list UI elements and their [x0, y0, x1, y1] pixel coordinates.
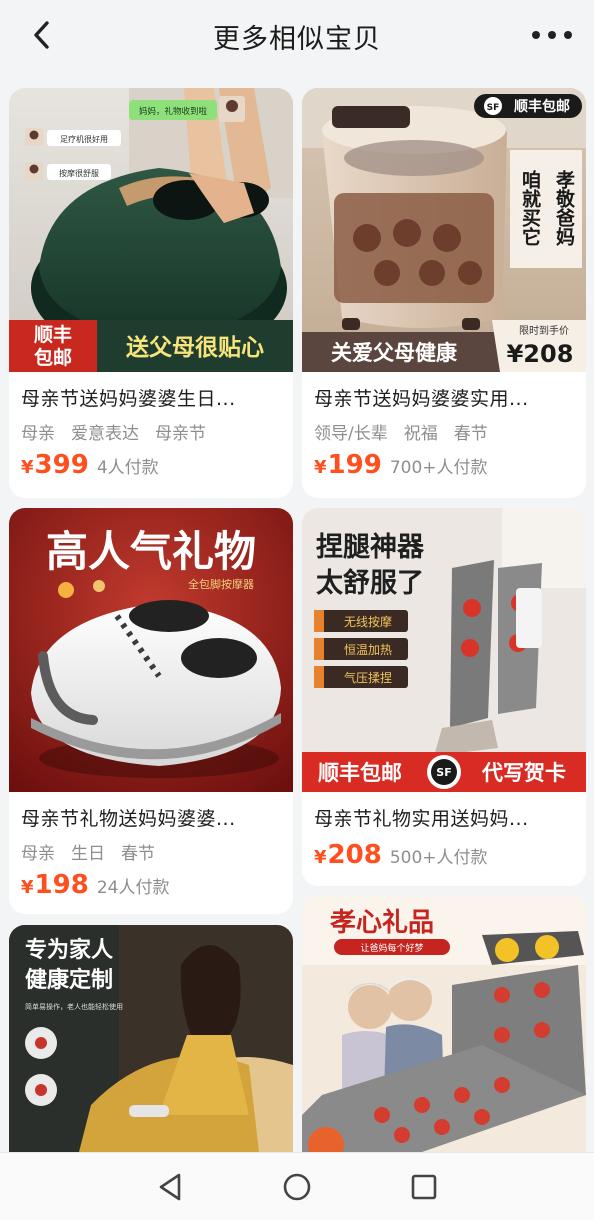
svg-text:妈妈，礼物收到啦: 妈妈，礼物收到啦: [139, 106, 208, 117]
product-tag: 母亲: [21, 424, 55, 444]
svg-text:限时到手价: 限时到手价: [519, 324, 569, 337]
product-tag: 领导/长辈: [314, 424, 388, 444]
top-bar: 更多相似宝贝: [0, 0, 594, 72]
product-title: 母亲节送妈妈婆婆实用...: [314, 388, 529, 410]
svg-text:无线按摩: 无线按摩: [344, 614, 392, 629]
product-card[interactable]: 孝心礼品 让爸妈每个好梦: [302, 895, 586, 1152]
back-triangle-icon[interactable]: [155, 1171, 187, 1203]
svg-text:孝敬爸妈: 孝敬爸妈: [553, 170, 576, 246]
buyer-count: 24人付款: [96, 878, 170, 898]
product-card[interactable]: 高人气礼物 全包脚按摩器 母亲节礼物送妈妈婆婆... 母亲 生日 春节 ¥198…: [9, 508, 293, 914]
product-image: SF 顺丰包邮 孝敬爸妈 咱就买它 关爱父母健康 限时到手价 ¥208: [302, 88, 586, 372]
svg-text:孝心礼品: 孝心礼品: [330, 907, 434, 938]
recents-square-icon[interactable]: [408, 1171, 440, 1203]
page-title: 更多相似宝贝: [213, 23, 381, 55]
product-tags: 领导/长辈 祝福 春节: [314, 419, 488, 444]
product-tags: 母亲 生日 春节: [21, 839, 155, 864]
svg-text:按摩很舒服: 按摩很舒服: [59, 168, 99, 178]
product-tag: 春节: [121, 844, 155, 864]
product-card[interactable]: SF 顺丰包邮 孝敬爸妈 咱就买它 关爱父母健康 限时到手价 ¥208 母亲节送…: [302, 88, 586, 498]
more-options-icon[interactable]: [532, 20, 572, 50]
product-card[interactable]: 专为家人 健康定制 简单易操作，老人也能轻松使用: [9, 925, 293, 1152]
buyer-count: 700+人付款: [389, 458, 488, 478]
product-tag: 祝福: [403, 424, 438, 444]
price-row: ¥399 4人付款: [21, 450, 159, 480]
svg-text:咱就买它: 咱就买它: [519, 169, 541, 246]
svg-text:恒温加热: 恒温加热: [344, 643, 392, 657]
product-image: 妈妈，礼物收到啦 足疗机很好用 按摩很舒服 顺丰 包邮 送父母很贴心: [9, 88, 293, 372]
product-title: 母亲节礼物送妈妈婆婆...: [21, 808, 236, 830]
product-tag: 春节: [453, 424, 488, 444]
product-image: 专为家人 健康定制 简单易操作，老人也能轻松使用: [9, 925, 293, 1152]
product-tag: 爱意表达: [71, 424, 139, 444]
price-row: ¥199 700+人付款: [314, 450, 488, 480]
svg-text:让爸妈每个好梦: 让爸妈每个好梦: [360, 942, 423, 954]
price: ¥399: [21, 450, 89, 480]
svg-text:代写贺卡: 代写贺卡: [481, 761, 566, 785]
svg-text:SF: SF: [436, 766, 451, 779]
product-image: 捏腿神器 太舒服了 无线按摩 恒温加热 气压揉捏 顺丰包邮 SF 代写贺卡: [302, 508, 586, 792]
product-image: 孝心礼品 让爸妈每个好梦: [302, 895, 586, 1152]
product-card[interactable]: 妈妈，礼物收到啦 足疗机很好用 按摩很舒服 顺丰 包邮 送父母很贴心 母亲节送妈…: [9, 88, 293, 498]
svg-text:捏腿神器: 捏腿神器: [316, 532, 425, 563]
svg-text:顺丰包邮: 顺丰包邮: [514, 98, 570, 115]
svg-text:简单易操作，老人也能轻松使用: 简单易操作，老人也能轻松使用: [25, 1002, 123, 1011]
svg-text:¥208: ¥208: [507, 340, 574, 368]
svg-text:关爱父母健康: 关爱父母健康: [331, 341, 458, 365]
price: ¥198: [21, 870, 89, 900]
price: ¥208: [314, 840, 382, 870]
svg-text:送父母很贴心: 送父母很贴心: [126, 334, 264, 361]
svg-text:健康定制: 健康定制: [25, 967, 113, 993]
svg-text:SF: SF: [487, 103, 500, 113]
product-title: 母亲节礼物实用送妈妈...: [314, 808, 529, 830]
back-arrow-icon[interactable]: [28, 18, 58, 52]
product-tag: 母亲节: [155, 424, 206, 444]
product-card[interactable]: 捏腿神器 太舒服了 无线按摩 恒温加热 气压揉捏 顺丰包邮 SF 代写贺卡 母亲…: [302, 508, 586, 886]
product-tag: 母亲: [21, 844, 55, 864]
svg-text:太舒服了: 太舒服了: [316, 567, 424, 599]
svg-text:全包脚按摩器: 全包脚按摩器: [188, 577, 254, 591]
product-tags: 母亲 爱意表达 母亲节: [21, 419, 206, 444]
system-nav-bar: [0, 1152, 594, 1220]
buyer-count: 500+人付款: [389, 848, 488, 868]
price: ¥199: [314, 450, 382, 480]
svg-text:包邮: 包邮: [34, 346, 72, 369]
product-image: 高人气礼物 全包脚按摩器: [9, 508, 293, 792]
price-row: ¥208 500+人付款: [314, 840, 488, 870]
svg-text:专为家人: 专为家人: [25, 937, 113, 963]
product-tag: 生日: [71, 844, 105, 864]
svg-text:顺丰: 顺丰: [34, 323, 72, 346]
buyer-count: 4人付款: [96, 458, 159, 478]
product-title: 母亲节送妈妈婆婆生日...: [21, 388, 236, 410]
svg-text:顺丰包邮: 顺丰包邮: [318, 761, 402, 785]
svg-text:高人气礼物: 高人气礼物: [46, 527, 256, 576]
svg-text:气压揉捏: 气压揉捏: [344, 670, 392, 685]
svg-text:足疗机很好用: 足疗机很好用: [60, 134, 108, 144]
price-row: ¥198 24人付款: [21, 870, 169, 900]
home-circle-icon[interactable]: [281, 1171, 313, 1203]
